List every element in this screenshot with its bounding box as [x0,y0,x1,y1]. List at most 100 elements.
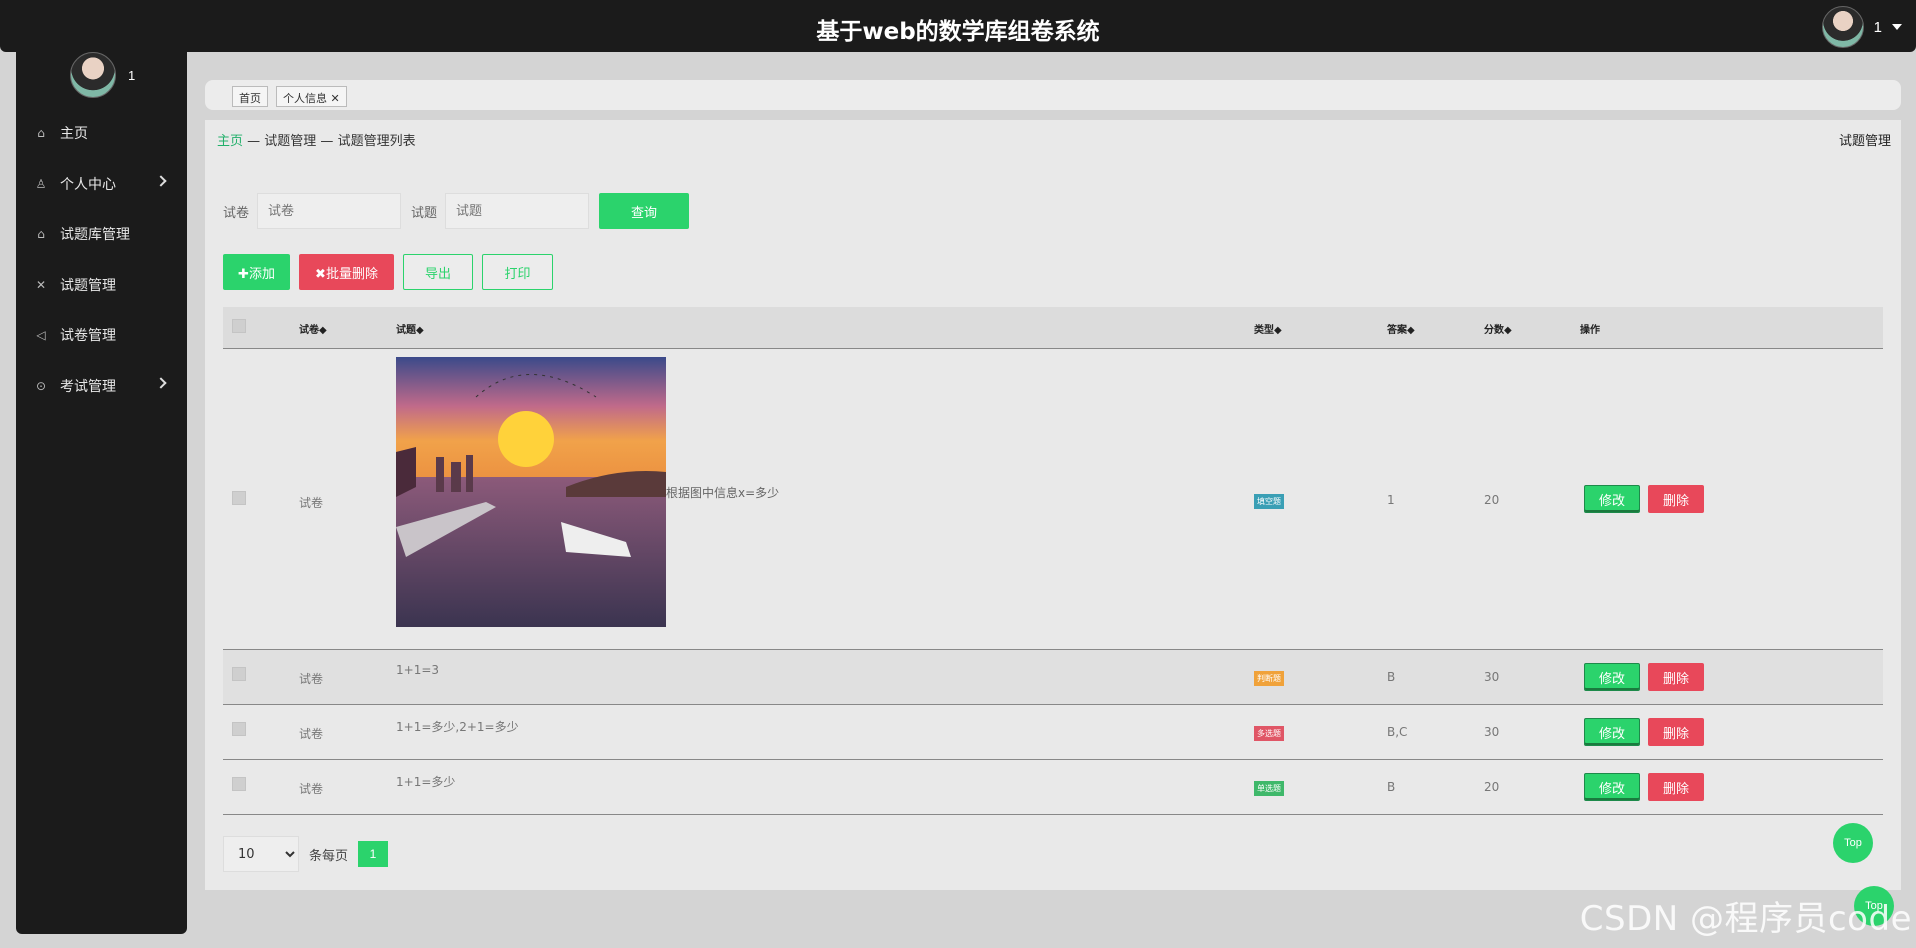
sidebar-item-label: 试题管理 [60,277,116,294]
add-button[interactable]: ✚添加 [223,254,290,290]
row-question: 1+1=3 [396,663,440,677]
header-user-menu[interactable]: 1 [1821,6,1902,48]
breadcrumb-level3: 试题管理列表 [337,134,416,149]
edit-button[interactable]: 修改 [1584,663,1640,691]
sidebar-item-0[interactable]: ⌂ 主页 [16,108,187,159]
question-label: 试题 [411,205,438,221]
toolbar: ✚添加 ✖批量删除 导出 打印 [223,254,553,290]
query-button[interactable]: 查询 [599,193,690,229]
chevron-right-icon [155,174,167,187]
tab-bar: 首页 个人信息 ✕ [205,80,1901,110]
row-checkbox[interactable] [232,491,246,505]
back-to-top-button[interactable]: Top [1833,823,1873,863]
question-search-input[interactable] [445,193,590,229]
table-row: 试卷 根据图中信息x=多少 填空题 1 20 修改 删除 [223,349,1883,650]
sidebar-item-3[interactable]: ✕ 试题管理 [16,260,187,311]
sidebar-item-1[interactable]: ♙ 个人中心 [16,159,187,210]
row-paper: 试卷 [299,496,324,510]
page-size-select[interactable]: 10 [223,836,299,872]
edit-button[interactable]: 修改 [1584,718,1640,746]
sidebar-item-4[interactable]: ◁ 试卷管理 [16,310,187,361]
watermark: CSDN @程序员code [1579,899,1912,939]
row-checkbox[interactable] [232,777,246,791]
paper-search-input[interactable] [257,193,402,229]
header-user-name[interactable]: 1 [1874,19,1882,36]
row-score: 30 [1484,670,1500,684]
sidebar-item-label: 试卷管理 [60,328,116,345]
row-question: 1+1=多少 [396,775,456,789]
row-paper: 试卷 [299,672,324,686]
print-button[interactable]: 打印 [482,254,553,290]
page-title: 试题管理 [1838,134,1891,149]
sidebar-user: 1 [70,52,135,98]
row-paper: 试卷 [299,782,324,796]
question-image [396,357,666,627]
row-checkbox[interactable] [232,722,246,736]
row-score: 30 [1484,725,1500,739]
delete-button[interactable]: 删除 [1648,663,1704,691]
row-checkbox[interactable] [232,667,246,681]
table-row: 试卷 1+1=3 判断题 B 30 修改 删除 [223,650,1883,705]
edit-button[interactable]: 修改 [1584,773,1640,801]
tab-home[interactable]: 首页 [232,86,268,107]
type-badge: 多选题 [1254,726,1284,741]
header-paper[interactable]: 试卷◆ [299,321,327,336]
chevron-down-icon[interactable] [1892,24,1902,30]
per-page-label: 条每页 [309,848,349,864]
sidebar-item-2[interactable]: ⌂ 试题库管理 [16,209,187,260]
header-actions: 操作 [1580,325,1600,336]
breadcrumb-sep: — [243,134,265,149]
sidebar-item-5[interactable]: ⊙ 考试管理 [16,361,187,412]
row-score: 20 [1484,493,1500,507]
user-icon: ♙ [35,176,47,191]
sidebar-item-label: 试题库管理 [60,227,130,244]
sidebar-user-name: 1 [128,67,136,83]
breadcrumb: 主页 — 试题管理 — 试题管理列表 [217,130,416,149]
row-score: 20 [1484,780,1500,794]
type-badge: 填空题 [1254,494,1284,509]
avatar[interactable] [1821,6,1864,48]
row-question: 1+1=多少,2+1=多少 [396,720,519,734]
header-score[interactable]: 分数◆ [1484,321,1512,336]
edit-button[interactable]: 修改 [1584,485,1640,513]
sidebar-item-label: 主页 [60,126,88,143]
sidebar: 1 ⌂ 主页 ♙ 个人中心 ⌂ 试题库管理 ✕ 试题管理 ◁ 试卷管理 ⊙ 考试管理 [16,52,187,934]
delete-button[interactable]: 删除 [1648,718,1704,746]
row-question: 根据图中信息x=多少 [666,486,780,500]
app-title: 基于web的数学库组卷系统 [816,19,1100,45]
breadcrumb-home[interactable]: 主页 [217,134,243,149]
row-answer: B [1387,670,1396,684]
speaker-icon: ◁ [36,328,46,343]
paper-label: 试卷 [223,205,250,221]
table-row: 试卷 1+1=多少,2+1=多少 多选题 B,C 30 修改 删除 [223,705,1883,760]
questions-table: 试卷◆ 试题◆ 类型◆ 答案◆ 分数◆ 操作 试卷 根据图中信息x=多少 填空题… [223,307,1883,815]
page-number[interactable]: 1 [358,841,389,867]
sidebar-item-label: 个人中心 [60,176,116,193]
header-type[interactable]: 类型◆ [1254,321,1282,336]
row-answer: 1 [1387,493,1395,507]
download-circle-icon: ⊙ [35,378,47,393]
select-all-checkbox[interactable] [232,319,246,333]
type-badge: 判断题 [1254,671,1284,686]
avatar[interactable] [70,52,116,98]
house-icon: ⌂ [37,227,45,242]
breadcrumb-level2: 试题管理 [264,134,317,149]
batch-delete-button[interactable]: ✖批量删除 [299,254,394,290]
delete-button[interactable]: 删除 [1648,773,1704,801]
row-paper: 试卷 [299,727,324,741]
header-question[interactable]: 试题◆ [396,321,424,336]
table-row: 试卷 1+1=多少 单选题 B 20 修改 删除 [223,760,1883,815]
main-panel: 主页 — 试题管理 — 试题管理列表 试题管理 试卷 试题 查询 ✚添加 ✖批量… [205,120,1901,890]
export-button[interactable]: 导出 [403,254,473,290]
tab-profile[interactable]: 个人信息 ✕ [276,86,347,107]
search-form: 试卷 试题 查询 [223,193,690,229]
breadcrumb-sep: — [316,134,338,149]
table-header: 试卷◆ 试题◆ 类型◆ 答案◆ 分数◆ 操作 [223,307,1883,349]
header-answer[interactable]: 答案◆ [1387,321,1415,336]
sidebar-menu: ⌂ 主页 ♙ 个人中心 ⌂ 试题库管理 ✕ 试题管理 ◁ 试卷管理 ⊙ 考试管理 [16,108,187,411]
top-header: 基于web的数学库组卷系统 1 [0,0,1916,52]
home-icon: ⌂ [37,126,45,141]
chevron-right-icon [155,376,167,389]
type-badge: 单选题 [1254,781,1284,796]
delete-button[interactable]: 删除 [1648,485,1704,513]
